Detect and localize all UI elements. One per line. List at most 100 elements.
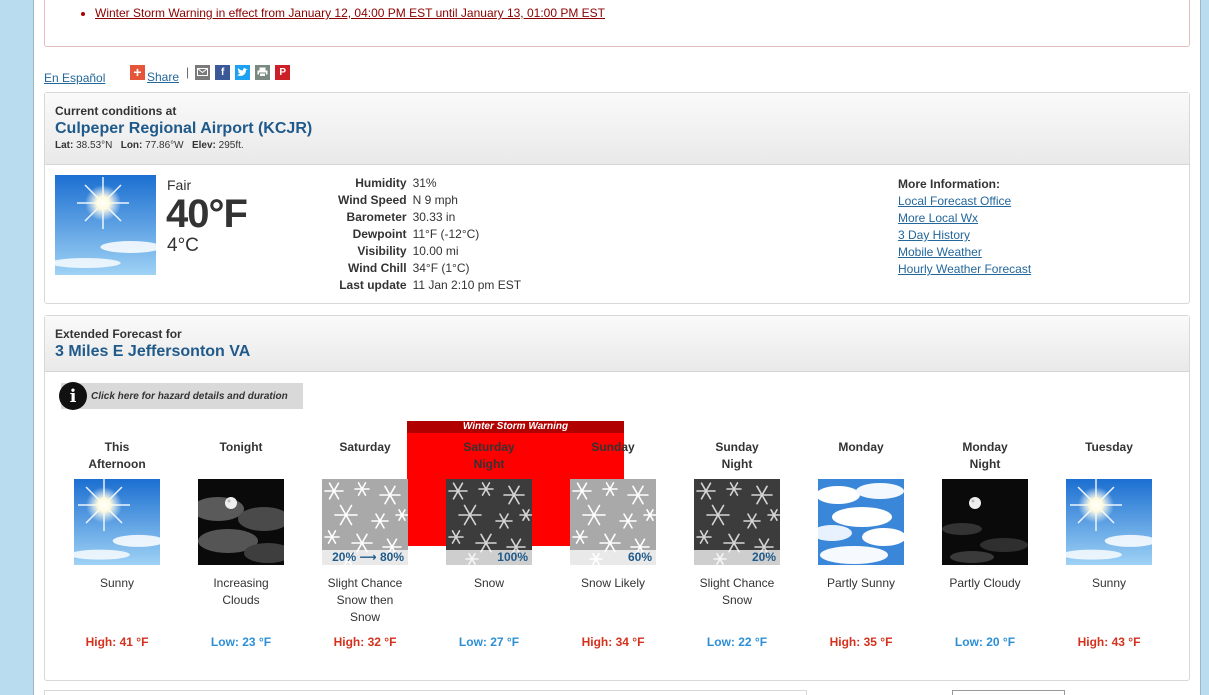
espanol-link[interactable]: En Español — [44, 71, 105, 85]
share-row: + Share | f P — [130, 63, 295, 84]
forecast-description: Slight Chance Snow — [675, 575, 799, 627]
detail-label: Visibility — [357, 244, 407, 258]
current-condition: Fair — [167, 177, 192, 193]
forecast-period[interactable]: Monday Night Partly Cloudy Low: 20 °F — [923, 439, 1047, 649]
hourly-forecast-link[interactable]: Hourly Weather Forecast — [898, 261, 1031, 278]
info-icon: i — [59, 382, 87, 410]
detail-row: Last update 11 Jan 2:10 pm EST — [335, 277, 524, 294]
email-icon[interactable] — [195, 64, 211, 80]
forecast-description: Snow — [427, 575, 551, 627]
bottom-select-edge — [952, 690, 1065, 695]
current-conditions-panel: Current conditions at Culpeper Regional … — [44, 92, 1190, 304]
forecast-period-name: Sunday — [551, 439, 675, 475]
forecast-temperature: High: 41 °F — [85, 635, 149, 649]
hazard-link[interactable]: Winter Storm Warning in effect from Janu… — [95, 6, 605, 20]
forecast-desc-line: Snow — [473, 576, 505, 590]
local-forecast-office-link[interactable]: Local Forecast Office — [898, 193, 1031, 210]
detail-row: Humidity 31% — [335, 175, 524, 192]
forecast-desc-line: Snow — [721, 593, 753, 607]
twitter-icon[interactable] — [235, 64, 251, 80]
period-name-line2: Night — [473, 457, 505, 471]
night-partly-icon[interactable] — [942, 479, 1028, 565]
forecast-period[interactable]: Tuesday Sunny High: 43 °F — [1047, 439, 1171, 649]
precip-chance: 60% — [570, 550, 656, 565]
forecast-description: Increasing Clouds — [179, 575, 303, 627]
share-divider: | — [186, 65, 190, 79]
sunny-icon[interactable] — [1066, 479, 1152, 565]
period-name-line1: Tonight — [219, 440, 263, 454]
forecast-period[interactable]: This Afternoon Sunny High: 41 °F — [55, 439, 179, 649]
period-name-line1: Tuesday — [1085, 440, 1133, 454]
forecast-period[interactable]: Sunday 60% Snow Likely High: 34 °F — [551, 439, 675, 649]
forecast-description: Slight Chance Snow then Snow — [303, 575, 427, 627]
detail-row: Wind Speed N 9 mph — [335, 192, 524, 209]
hazard-list-panel: Winter Storm Warning in effect from Janu… — [44, 0, 1190, 47]
forecast-desc-line: Partly Sunny — [826, 576, 896, 590]
hazard-item: Winter Storm Warning in effect from Janu… — [95, 6, 605, 20]
forecast-period[interactable]: Saturday 20% ⟶ 80% Slight Chance Snow then S… — [303, 439, 427, 649]
forecast-description: Sunny — [1047, 575, 1171, 627]
more-information: More Information: Local Forecast Office … — [898, 177, 1031, 278]
forecast-period-name: Tonight — [179, 439, 303, 475]
station-coords: Lat: 38.53°N Lon: 77.86°W Elev: 295ft. — [55, 140, 244, 151]
pinterest-icon[interactable]: P — [275, 64, 291, 80]
period-name-line2: Night — [969, 457, 1001, 471]
hazard-details-label: Click here for hazard details and durati… — [91, 390, 288, 402]
period-name-line1: Sunday — [715, 440, 759, 454]
facebook-icon[interactable]: f — [215, 64, 231, 80]
forecast-period[interactable]: Monday Partly Sunny High: 35 °F — [799, 439, 923, 649]
detail-value: 34°F (1°C) — [412, 261, 470, 275]
detail-label: Wind Speed — [338, 193, 407, 207]
forecast-period-name: Sunday Night — [675, 439, 799, 475]
forecast-desc-line: Snow Likely — [580, 576, 646, 590]
forecast-desc-line: Snow — [349, 610, 381, 624]
snow-day-icon[interactable]: 20% ⟶ 80% — [322, 479, 408, 565]
share-link[interactable]: Share — [147, 70, 179, 84]
partly-sunny-icon[interactable] — [818, 479, 904, 565]
forecast-temperature: High: 43 °F — [1077, 635, 1141, 649]
forecast-temperature: High: 34 °F — [581, 635, 645, 649]
warning-band-label: Winter Storm Warning — [407, 421, 624, 433]
forecast-temperature: Low: 22 °F — [706, 635, 768, 649]
period-name-line2: Night — [721, 457, 753, 471]
forecast-period-name: This Afternoon — [55, 439, 179, 475]
forecast-period[interactable]: Saturday Night 100% Snow Low: 27 °F — [427, 439, 551, 649]
forecast-description: Partly Cloudy — [923, 575, 1047, 627]
detail-row: Dewpoint 11°F (-12°C) — [335, 226, 524, 243]
forecast-description: Sunny — [55, 575, 179, 627]
snow-night-icon[interactable]: 20% — [694, 479, 780, 565]
extended-forecast-label: Extended Forecast for — [55, 327, 182, 341]
forecast-desc-line: Increasing — [213, 576, 269, 590]
extended-forecast-panel: Extended Forecast for 3 Miles E Jefferso… — [44, 315, 1190, 681]
forecast-period-name: Saturday Night — [427, 439, 551, 475]
snow-night-icon[interactable]: 100% — [446, 479, 532, 565]
period-name-line2: Afternoon — [88, 457, 146, 471]
forecast-desc-line: Clouds — [222, 593, 260, 607]
detail-row: Visibility 10.00 mi — [335, 243, 524, 260]
hazard-details-button[interactable]: i Click here for hazard details and dura… — [59, 382, 303, 410]
forecast-location: 3 Miles E Jeffersonton VA — [55, 343, 251, 360]
mobile-weather-link[interactable]: Mobile Weather — [898, 244, 1031, 261]
bottom-panel-edge — [44, 690, 807, 695]
current-conditions-label: Current conditions at — [55, 104, 177, 118]
detail-value: 31% — [412, 176, 437, 190]
forecast-temperature: Low: 23 °F — [210, 635, 272, 649]
forecast-desc-line: Slight Chance — [327, 576, 403, 590]
detail-label: Humidity — [355, 176, 407, 190]
current-conditions-header: Current conditions at Culpeper Regional … — [45, 93, 1189, 165]
three-day-history-link[interactable]: 3 Day History — [898, 227, 1031, 244]
forecast-period-name: Saturday — [303, 439, 427, 475]
extended-forecast-header: Extended Forecast for 3 Miles E Jefferso… — [45, 316, 1189, 372]
detail-value: N 9 mph — [412, 193, 458, 207]
more-local-wx-link[interactable]: More Local Wx — [898, 210, 1031, 227]
snow-day-icon[interactable]: 60% — [570, 479, 656, 565]
forecast-desc-line: Partly Cloudy — [949, 576, 1021, 590]
forecast-desc-line: Sunny — [1091, 576, 1127, 590]
forecast-period[interactable]: Sunday Night 20% Slight Chance Snow Low: 22 °… — [675, 439, 799, 649]
forecast-period[interactable]: Tonight Increasing Clouds Low: 23 °F — [179, 439, 303, 649]
share-plus-icon[interactable]: + — [130, 64, 145, 80]
print-icon[interactable] — [255, 64, 271, 80]
night-cloudy-icon[interactable] — [198, 479, 284, 565]
sunny-icon[interactable] — [74, 479, 160, 565]
precip-chance: 20% ⟶ 80% — [322, 550, 408, 565]
